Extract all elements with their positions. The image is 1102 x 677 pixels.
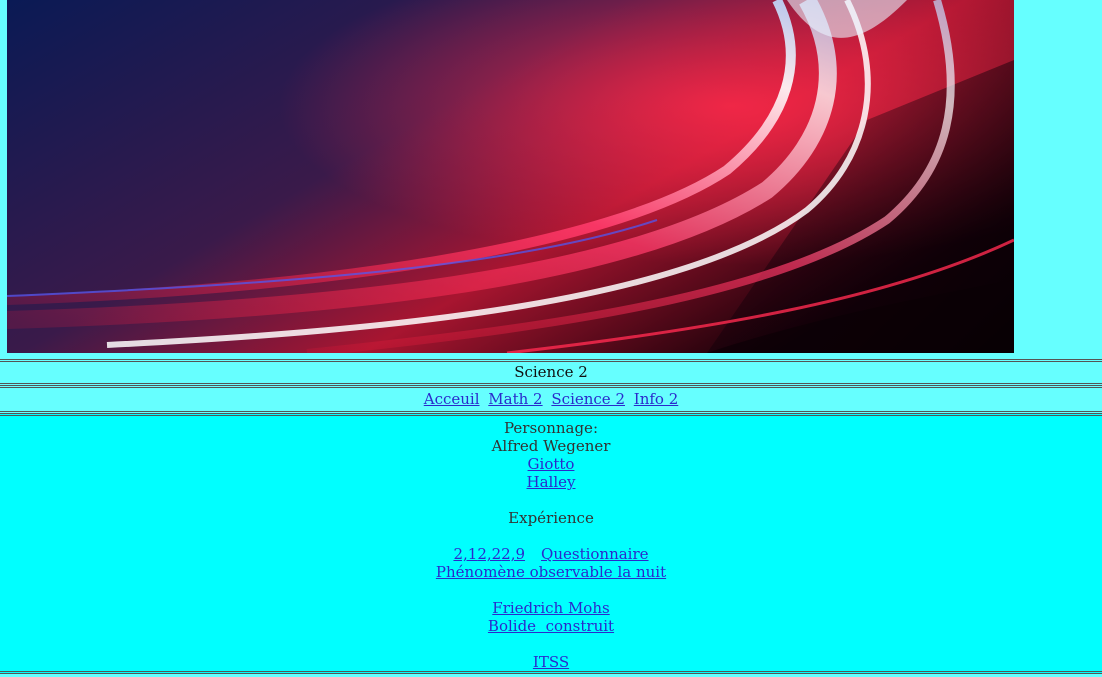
personnage-label: Personnage:	[504, 419, 598, 437]
experience-label: Expérience	[508, 509, 594, 527]
nav-link-math-2[interactable]: Math 2	[488, 390, 542, 408]
link-questionnaire[interactable]: Questionnaire	[541, 545, 649, 563]
link-halley[interactable]: Halley	[527, 473, 576, 491]
content-panel: Personnage: Alfred Wegener Giotto Halley…	[0, 413, 1102, 674]
link-friedrich-mohs[interactable]: Friedrich Mohs	[492, 599, 609, 617]
link-exercise-2-1[interactable]: 2,1	[453, 545, 477, 563]
link-giotto[interactable]: Giotto	[528, 455, 575, 473]
link-exercise-2-9[interactable]: 2,9	[501, 545, 525, 563]
link-bolide[interactable]: Bolide construit	[488, 617, 614, 635]
link-exercise-2-2[interactable]: 2,2	[477, 545, 501, 563]
nav-link-info-2[interactable]: Info 2	[634, 390, 678, 408]
personnage-current: Alfred Wegener	[491, 437, 611, 455]
exercise-links-row: 2,12,22,9 Questionnaire	[0, 545, 1102, 563]
nav-link-acceuil[interactable]: Acceuil	[424, 390, 480, 408]
page-title: Science 2	[514, 363, 588, 381]
header-banner-image	[7, 0, 1014, 353]
link-itss[interactable]: ITSS	[533, 653, 569, 671]
main-navigation: Acceuil Math 2 Science 2 Info 2	[0, 385, 1102, 414]
link-phenomene[interactable]: Phénomène observable la nuit	[436, 563, 666, 581]
page-title-bar: Science 2	[0, 359, 1102, 386]
nav-link-science-2[interactable]: Science 2	[551, 390, 625, 408]
